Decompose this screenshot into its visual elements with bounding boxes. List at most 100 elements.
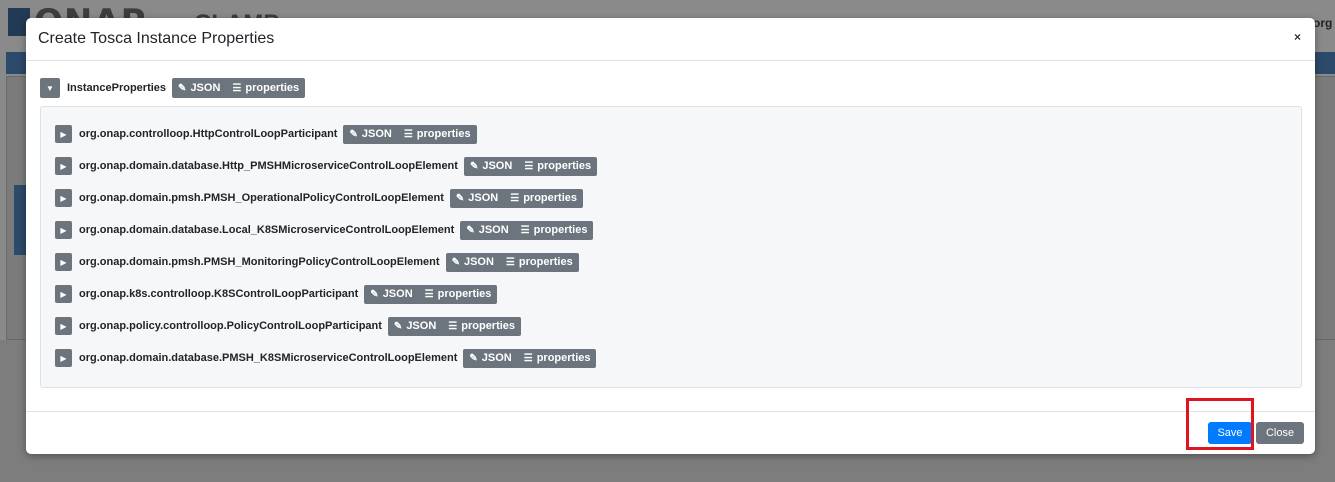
json-label: JSON bbox=[406, 320, 437, 332]
properties-label: properties bbox=[416, 128, 471, 140]
child-label: org.onap.domain.pmsh.PMSH_OperationalPol… bbox=[79, 192, 444, 204]
pencil-icon: ✎ bbox=[469, 160, 479, 172]
json-label: JSON bbox=[481, 352, 512, 364]
list-icon: ☰ bbox=[523, 352, 533, 364]
child-button-group: ✎ JSON ☰ properties bbox=[463, 156, 598, 176]
list-icon: ☰ bbox=[510, 192, 520, 204]
root-properties-label: properties bbox=[245, 82, 300, 94]
chevron-right-icon[interactable]: ▶ bbox=[55, 157, 72, 175]
child-properties-button[interactable]: ☰ properties bbox=[500, 253, 579, 272]
list-icon: ☰ bbox=[505, 256, 515, 268]
child-label: org.onap.domain.database.PMSH_K8SMicrose… bbox=[79, 352, 458, 364]
tosca-instance-properties-modal: Create Tosca Instance Properties × ▼ Ins… bbox=[26, 18, 1315, 454]
child-properties-button[interactable]: ☰ properties bbox=[504, 189, 583, 208]
child-label: org.onap.domain.database.Local_K8SMicros… bbox=[79, 224, 455, 236]
chevron-down-icon[interactable]: ▼ bbox=[40, 78, 60, 98]
child-properties-card: ▶ org.onap.controlloop.HttpControlLoopPa… bbox=[40, 106, 1302, 388]
json-label: JSON bbox=[382, 288, 413, 300]
pencil-icon: ✎ bbox=[393, 320, 403, 332]
child-button-group: ✎ JSON ☰ properties bbox=[364, 284, 498, 304]
child-row: ▶ org.onap.domain.database.PMSH_K8SMicro… bbox=[55, 348, 597, 368]
child-json-button[interactable]: ✎ JSON bbox=[364, 285, 418, 304]
pencil-icon: ✎ bbox=[451, 256, 460, 268]
root-json-label: JSON bbox=[190, 82, 221, 94]
properties-label: properties bbox=[533, 224, 588, 236]
child-json-button[interactable]: ✎ JSON bbox=[460, 221, 514, 240]
modal-header: Create Tosca Instance Properties × bbox=[26, 18, 1315, 61]
pencil-icon: ✎ bbox=[466, 224, 475, 236]
chevron-right-icon[interactable]: ▶ bbox=[55, 285, 72, 303]
child-label: org.onap.domain.pmsh.PMSH_MonitoringPoli… bbox=[79, 256, 440, 268]
child-row: ▶ org.onap.domain.pmsh.PMSH_OperationalP… bbox=[55, 188, 583, 208]
json-label: JSON bbox=[361, 128, 392, 140]
properties-label: properties bbox=[523, 192, 577, 204]
save-highlight-box bbox=[1186, 398, 1254, 450]
list-icon: ☰ bbox=[424, 288, 434, 300]
json-label: JSON bbox=[478, 224, 509, 236]
chevron-right-icon[interactable]: ▶ bbox=[55, 253, 72, 271]
chevron-right-icon[interactable]: ▶ bbox=[55, 349, 72, 367]
modal-footer: Save Close bbox=[26, 411, 1315, 455]
root-json-button[interactable]: ✎ JSON bbox=[172, 78, 226, 98]
properties-label: properties bbox=[537, 160, 592, 172]
child-button-group: ✎ JSON ☰ properties bbox=[387, 316, 522, 336]
chevron-right-icon[interactable]: ▶ bbox=[55, 221, 72, 239]
child-row: ▶ org.onap.k8s.controlloop.K8SControlLoo… bbox=[55, 284, 498, 304]
json-label: JSON bbox=[468, 192, 499, 204]
org-text: org bbox=[1313, 16, 1333, 30]
properties-label: properties bbox=[437, 288, 492, 300]
child-label: org.onap.policy.controlloop.PolicyContro… bbox=[79, 320, 382, 332]
root-properties-button[interactable]: ☰ properties bbox=[226, 78, 305, 98]
child-button-group: ✎ JSON ☰ properties bbox=[460, 220, 594, 240]
json-label: JSON bbox=[463, 256, 494, 268]
root-property-row: ▼ InstanceProperties ✎ JSON ☰ properties bbox=[40, 77, 306, 99]
child-properties-button[interactable]: ☰ properties bbox=[398, 125, 477, 144]
child-button-group: ✎ JSON ☰ properties bbox=[449, 188, 583, 208]
child-json-button[interactable]: ✎ JSON bbox=[388, 317, 442, 336]
pencil-icon: ✎ bbox=[469, 352, 478, 364]
pencil-icon: ✎ bbox=[455, 192, 465, 204]
close-icon[interactable]: × bbox=[1294, 30, 1301, 44]
child-properties-button[interactable]: ☰ properties bbox=[518, 349, 597, 368]
child-row: ▶ org.onap.domain.pmsh.PMSH_MonitoringPo… bbox=[55, 252, 579, 272]
list-icon: ☰ bbox=[232, 82, 242, 94]
child-json-button[interactable]: ✎ JSON bbox=[450, 189, 504, 208]
modal-title: Create Tosca Instance Properties bbox=[38, 30, 275, 47]
child-row: ▶ org.onap.policy.controlloop.PolicyCont… bbox=[55, 316, 522, 336]
child-label: org.onap.domain.database.Http_PMSHMicros… bbox=[79, 160, 458, 172]
pencil-icon: ✎ bbox=[178, 82, 187, 94]
child-properties-button[interactable]: ☰ properties bbox=[442, 317, 521, 336]
root-button-group: ✎ JSON ☰ properties bbox=[172, 78, 306, 98]
child-label: org.onap.k8s.controlloop.K8SControlLoopP… bbox=[79, 288, 359, 300]
close-button[interactable]: Close bbox=[1256, 422, 1304, 444]
list-icon: ☰ bbox=[448, 320, 458, 332]
child-properties-button[interactable]: ☰ properties bbox=[518, 157, 597, 176]
child-row: ▶ org.onap.controlloop.HttpControlLoopPa… bbox=[55, 124, 477, 144]
child-button-group: ✎ JSON ☰ properties bbox=[343, 124, 477, 144]
json-label: JSON bbox=[482, 160, 513, 172]
child-row: ▶ org.onap.domain.database.Local_K8SMicr… bbox=[55, 220, 594, 240]
pencil-icon: ✎ bbox=[370, 288, 379, 300]
list-icon: ☰ bbox=[520, 224, 530, 236]
child-button-group: ✎ JSON ☰ properties bbox=[445, 252, 579, 272]
child-json-button[interactable]: ✎ JSON bbox=[446, 253, 500, 272]
child-json-button[interactable]: ✎ JSON bbox=[464, 157, 518, 176]
list-icon: ☰ bbox=[524, 160, 534, 172]
properties-label: properties bbox=[518, 256, 573, 268]
child-row: ▶ org.onap.domain.database.Http_PMSHMicr… bbox=[55, 156, 598, 176]
child-button-group: ✎ JSON ☰ properties bbox=[463, 348, 597, 368]
properties-label: properties bbox=[461, 320, 516, 332]
chevron-right-icon[interactable]: ▶ bbox=[55, 317, 72, 335]
properties-label: properties bbox=[536, 352, 591, 364]
child-json-button[interactable]: ✎ JSON bbox=[343, 125, 397, 144]
child-properties-button[interactable]: ☰ properties bbox=[515, 221, 594, 240]
child-properties-button[interactable]: ☰ properties bbox=[419, 285, 498, 304]
child-json-button[interactable]: ✎ JSON bbox=[463, 349, 517, 368]
chevron-right-icon[interactable]: ▶ bbox=[55, 189, 72, 207]
root-property-label: InstanceProperties bbox=[67, 82, 167, 94]
modal-body: ▼ InstanceProperties ✎ JSON ☰ properties… bbox=[26, 61, 1315, 411]
list-icon: ☰ bbox=[403, 128, 413, 140]
pencil-icon: ✎ bbox=[349, 128, 358, 140]
child-label: org.onap.controlloop.HttpControlLoopPart… bbox=[79, 128, 338, 140]
chevron-right-icon[interactable]: ▶ bbox=[55, 125, 72, 143]
